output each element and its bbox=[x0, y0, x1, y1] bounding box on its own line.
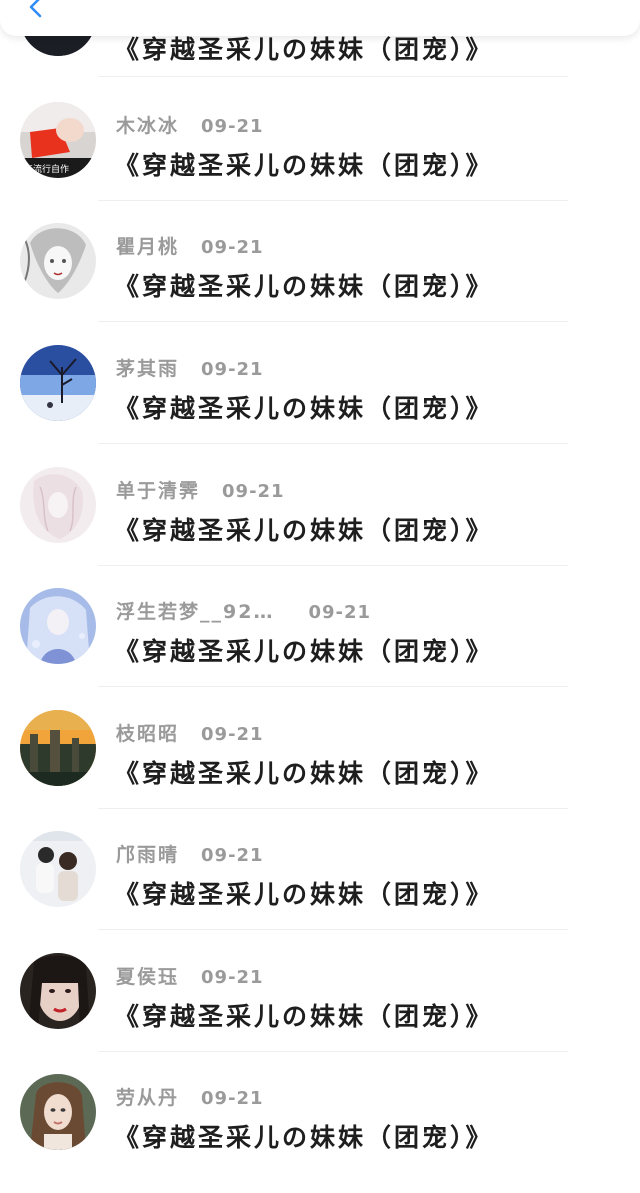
item-title[interactable]: 《穿越圣采儿の妹妹（团宠）》 bbox=[114, 754, 494, 790]
chevron-left-icon bbox=[28, 0, 42, 22]
divider bbox=[98, 565, 568, 566]
avatar[interactable] bbox=[20, 831, 96, 907]
username[interactable]: 瞿月桃 bbox=[116, 236, 179, 258]
username[interactable]: 单于清霁 bbox=[116, 480, 200, 502]
list-item[interactable]: 邝雨晴 09-21 《穿越圣采儿の妹妹（团宠）》 bbox=[0, 829, 640, 950]
divider bbox=[98, 1051, 568, 1052]
avatar-caption: 年流行自作 bbox=[24, 163, 69, 175]
date: 09-21 bbox=[308, 602, 372, 623]
list-item[interactable]: 劳从丹 09-21 《穿越圣采儿の妹妹（团宠）》 bbox=[0, 1072, 640, 1193]
item-title[interactable]: 《穿越圣采儿の妹妹（团宠）》 bbox=[114, 1118, 494, 1154]
date: 09-21 bbox=[201, 116, 264, 137]
list-item[interactable]: 瞿月桃 09-21 《穿越圣采儿の妹妹（团宠）》 bbox=[0, 221, 640, 342]
avatar[interactable] bbox=[20, 953, 96, 1029]
divider bbox=[98, 76, 568, 77]
username[interactable]: 枝昭昭 bbox=[116, 723, 179, 745]
avatar[interactable] bbox=[20, 588, 96, 664]
list-item[interactable]: 夏侯珏 09-21 《穿越圣采儿の妹妹（团宠）》 bbox=[0, 951, 640, 1072]
divider bbox=[98, 200, 568, 201]
item-title[interactable]: 《穿越圣采儿の妹妹（团宠）》 bbox=[114, 997, 494, 1033]
username[interactable]: 木冰冰 bbox=[116, 115, 179, 137]
divider bbox=[98, 321, 568, 322]
item-title[interactable]: 《穿越圣采儿の妹妹（团宠）》 bbox=[114, 511, 494, 547]
date: 09-21 bbox=[222, 481, 285, 502]
date: 09-21 bbox=[201, 724, 264, 745]
avatar[interactable] bbox=[20, 1074, 96, 1150]
list-item[interactable]: 单于清霁 09-21 《穿越圣采儿の妹妹（团宠）》 bbox=[0, 465, 640, 586]
divider bbox=[98, 443, 568, 444]
divider bbox=[98, 808, 568, 809]
avatar[interactable] bbox=[20, 710, 96, 786]
avatar[interactable] bbox=[20, 223, 96, 299]
date: 09-21 bbox=[201, 845, 264, 866]
username[interactable]: 浮生若梦__92… bbox=[116, 601, 274, 623]
username[interactable]: 邝雨晴 bbox=[116, 844, 179, 866]
avatar[interactable]: 年流行自作 bbox=[20, 102, 96, 178]
date: 09-21 bbox=[201, 967, 264, 988]
item-title[interactable]: 《穿越圣采儿の妹妹（团宠）》 bbox=[114, 267, 494, 303]
date: 09-21 bbox=[201, 1088, 264, 1109]
list-item[interactable]: 茅其雨 09-21 《穿越圣采儿の妹妹（团宠）》 bbox=[0, 343, 640, 464]
item-title[interactable]: 《穿越圣采儿の妹妹（团宠）》 bbox=[114, 146, 494, 182]
username[interactable]: 夏侯珏 bbox=[116, 966, 179, 988]
date: 09-21 bbox=[201, 237, 264, 258]
avatar[interactable] bbox=[20, 345, 96, 421]
top-bar bbox=[0, 0, 640, 36]
avatar[interactable] bbox=[20, 467, 96, 543]
divider bbox=[98, 929, 568, 930]
username[interactable]: 劳从丹 bbox=[116, 1087, 179, 1109]
username[interactable]: 茅其雨 bbox=[116, 358, 179, 380]
list-item[interactable]: 年流行自作 木冰冰 09-21 《穿越圣采儿の妹妹（团宠）》 bbox=[0, 100, 640, 221]
item-title[interactable]: 《穿越圣采儿の妹妹（团宠）》 bbox=[114, 875, 494, 911]
item-title[interactable]: 《穿越圣采儿の妹妹（团宠）》 bbox=[114, 389, 494, 425]
divider bbox=[98, 686, 568, 687]
item-title[interactable]: 《穿越圣采儿の妹妹（团宠）》 bbox=[114, 632, 494, 668]
date: 09-21 bbox=[201, 359, 264, 380]
back-button[interactable] bbox=[22, 0, 48, 22]
list-item[interactable]: 浮生若梦__92… 09-21 《穿越圣采儿の妹妹（团宠）》 bbox=[0, 586, 640, 707]
list-item[interactable]: 枝昭昭 09-21 《穿越圣采儿の妹妹（团宠）》 bbox=[0, 708, 640, 829]
